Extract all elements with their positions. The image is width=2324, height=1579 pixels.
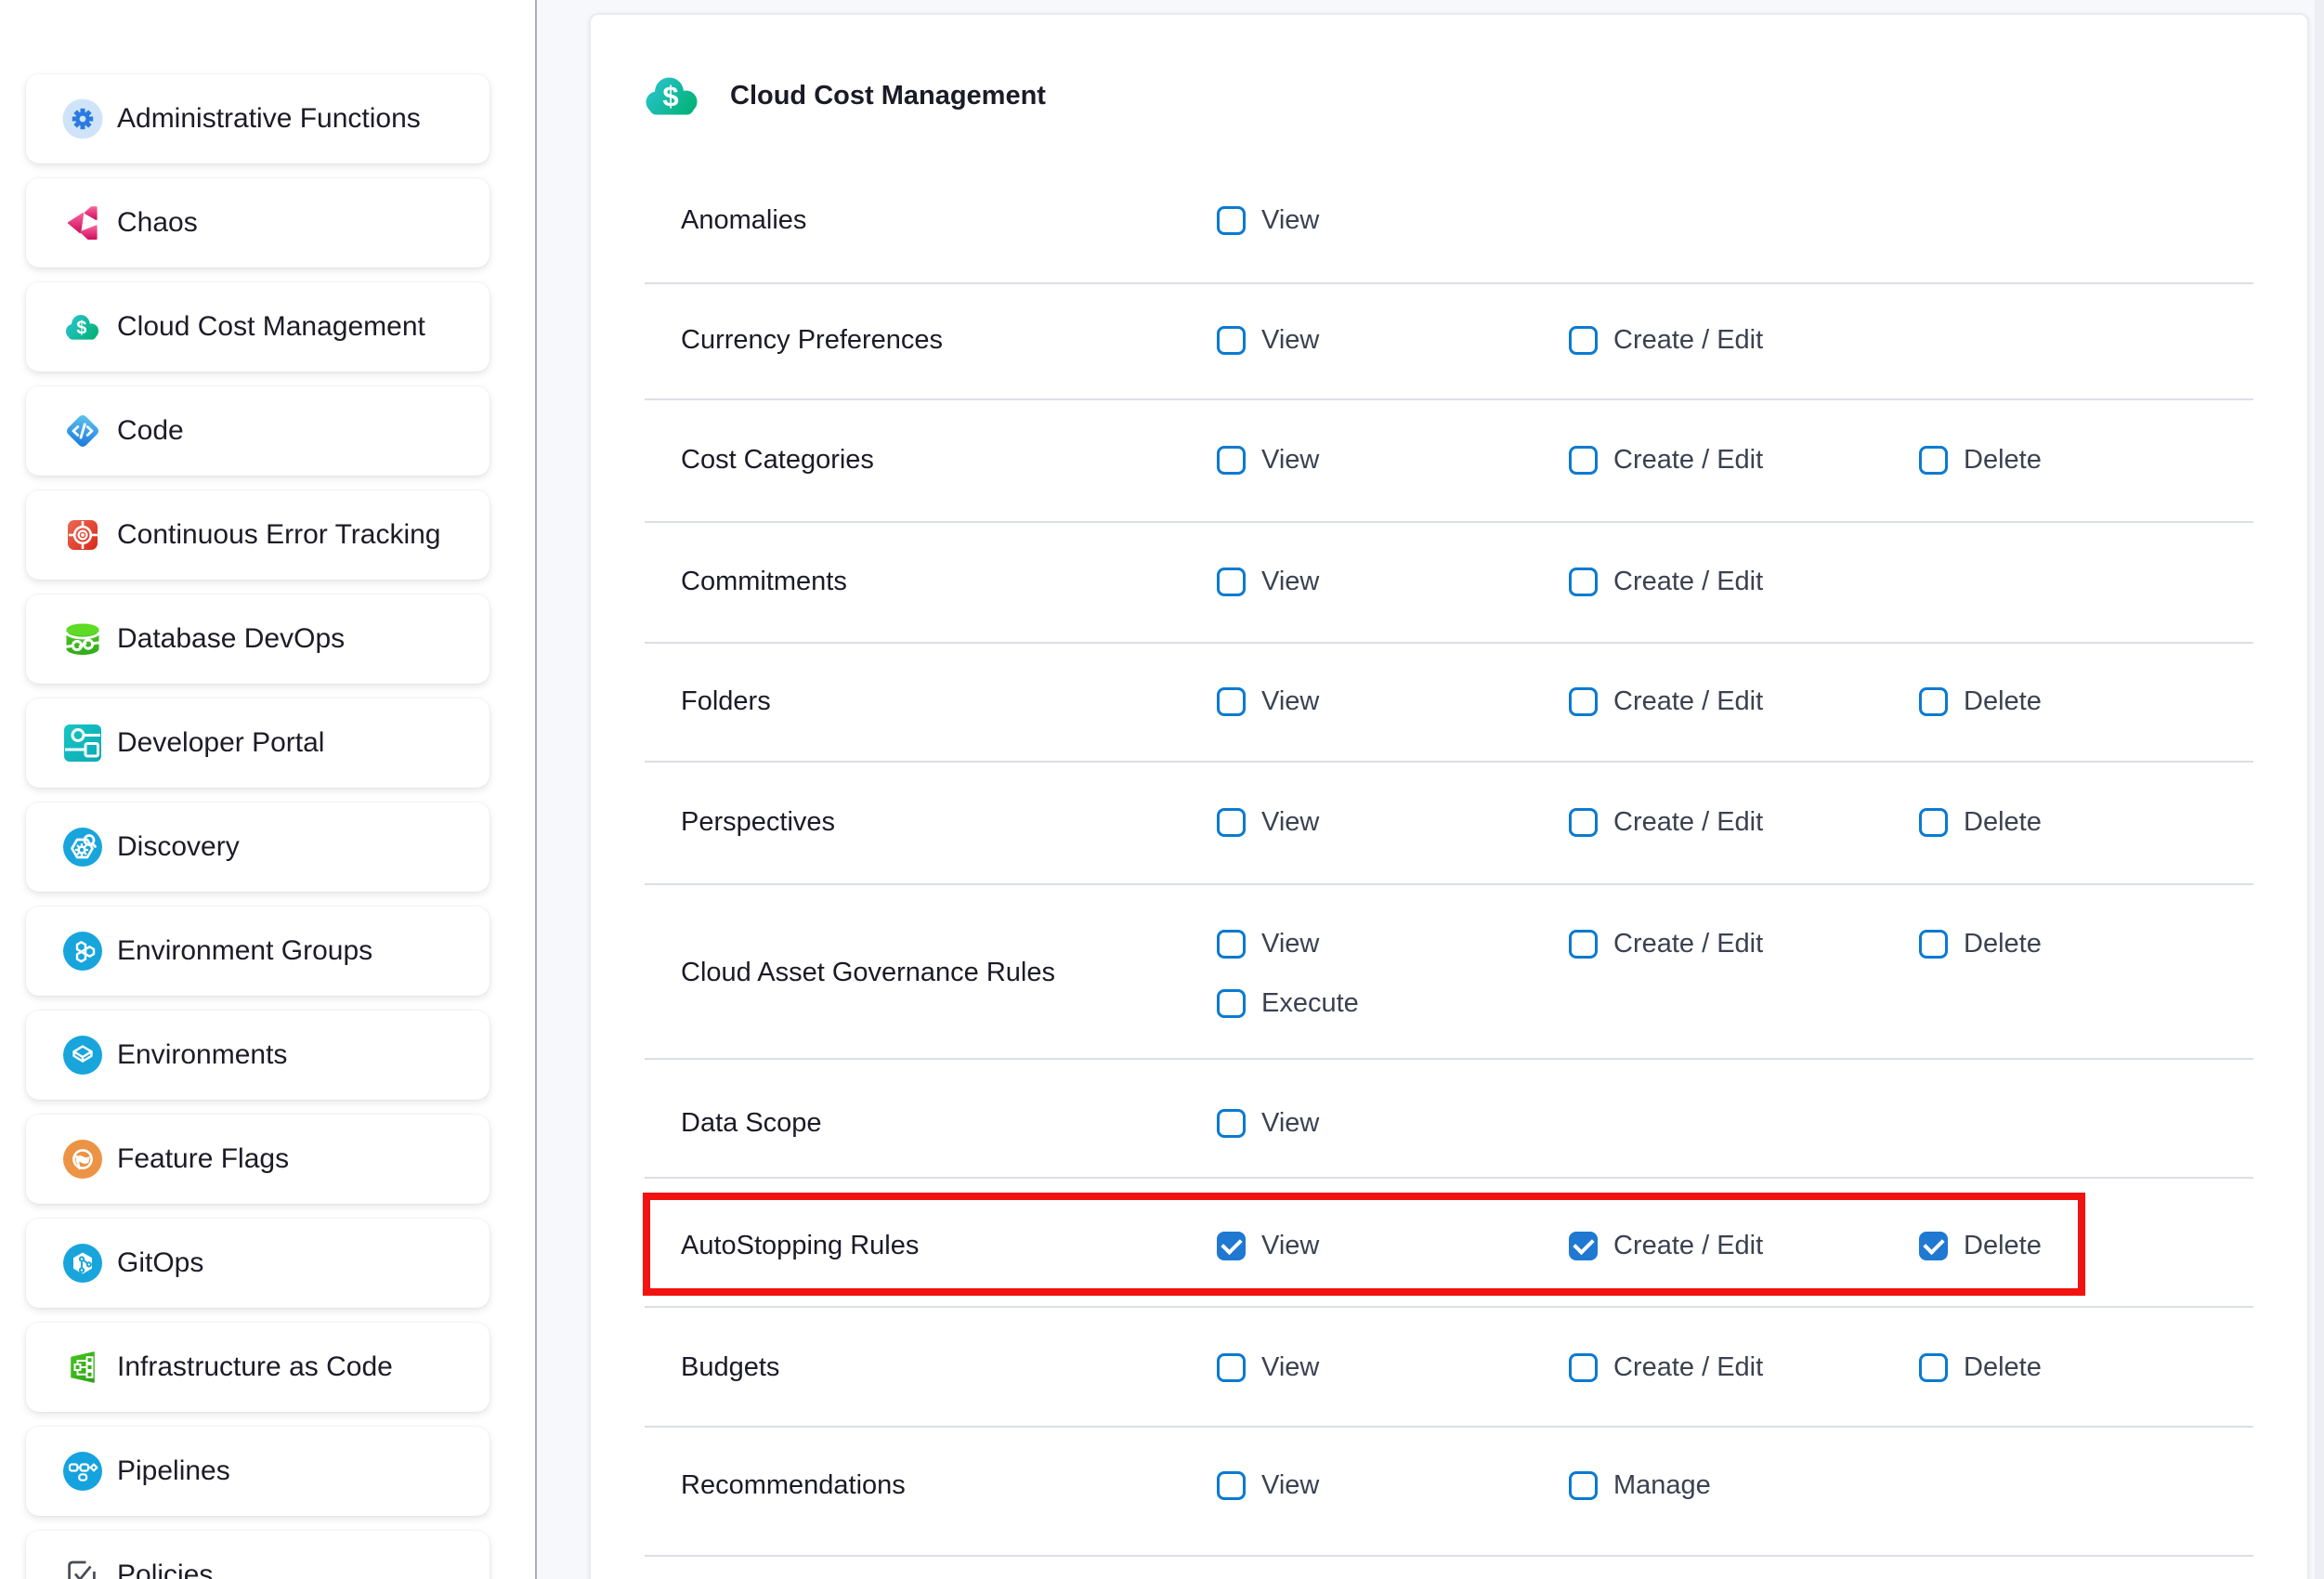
svg-text:$: $ <box>662 80 678 112</box>
svg-text:$: $ <box>76 318 86 338</box>
